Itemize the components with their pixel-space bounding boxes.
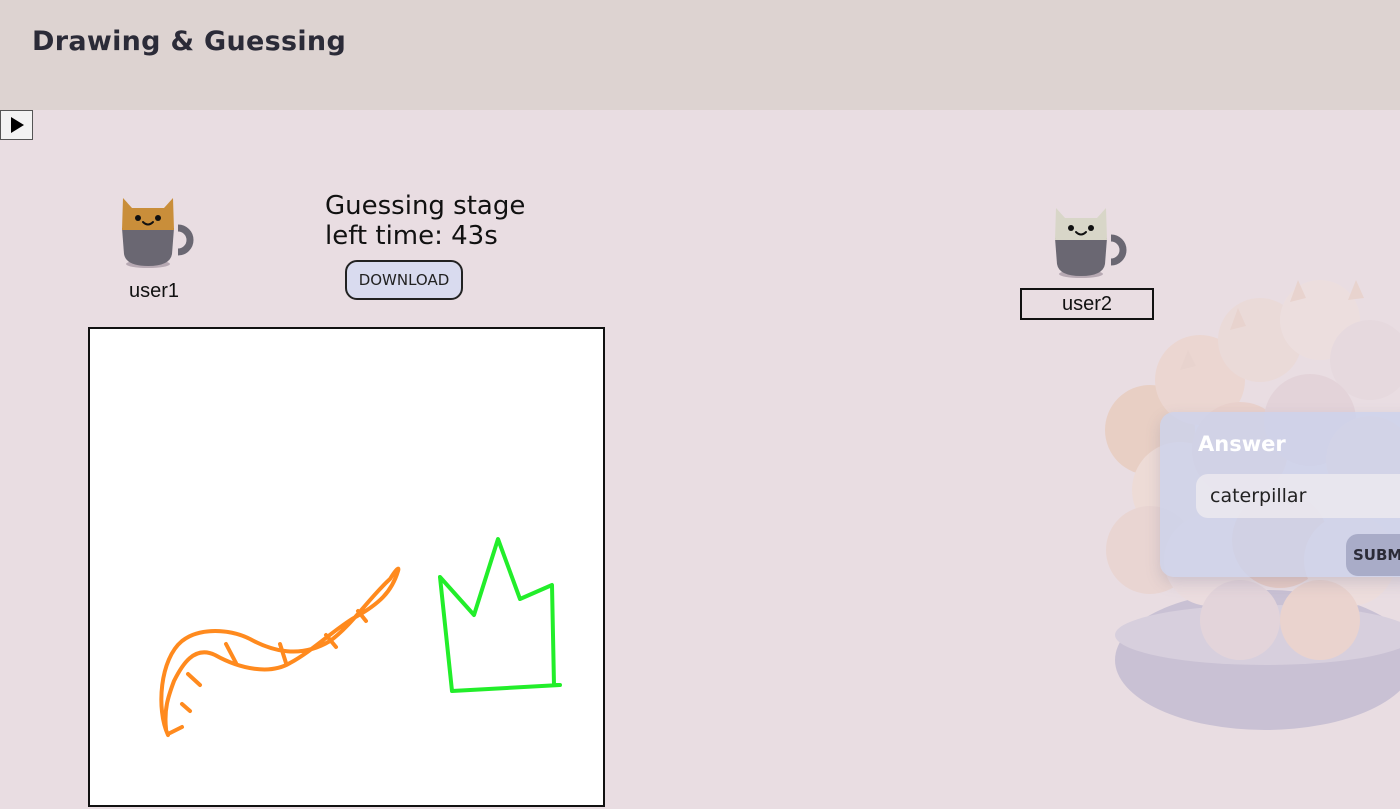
time-left: left time: 43s xyxy=(325,221,498,251)
cat-cup-icon xyxy=(122,198,194,268)
drawing-strokes xyxy=(159,537,562,737)
drawing-canvas[interactable] xyxy=(88,327,605,807)
play-icon xyxy=(10,117,24,133)
stage-title: Guessing stage xyxy=(325,191,526,221)
stage-info: Guessing stage left time: 43s xyxy=(325,191,525,251)
header-bar: Drawing & Guessing xyxy=(0,0,1400,110)
download-button[interactable]: DOWNLOAD xyxy=(345,260,463,300)
player-name: user1 xyxy=(128,280,180,302)
answer-label: Answer xyxy=(1198,432,1286,456)
play-button[interactable] xyxy=(0,110,33,140)
player-user1: user1 xyxy=(108,188,200,303)
caterpillar-stroke xyxy=(159,566,401,737)
answer-input[interactable] xyxy=(1196,474,1400,518)
crown-stroke xyxy=(438,537,562,693)
answer-panel: Answer SUBMIT xyxy=(1160,412,1400,577)
app-title: Drawing & Guessing xyxy=(32,26,347,57)
submit-button[interactable]: SUBMIT xyxy=(1346,534,1400,576)
